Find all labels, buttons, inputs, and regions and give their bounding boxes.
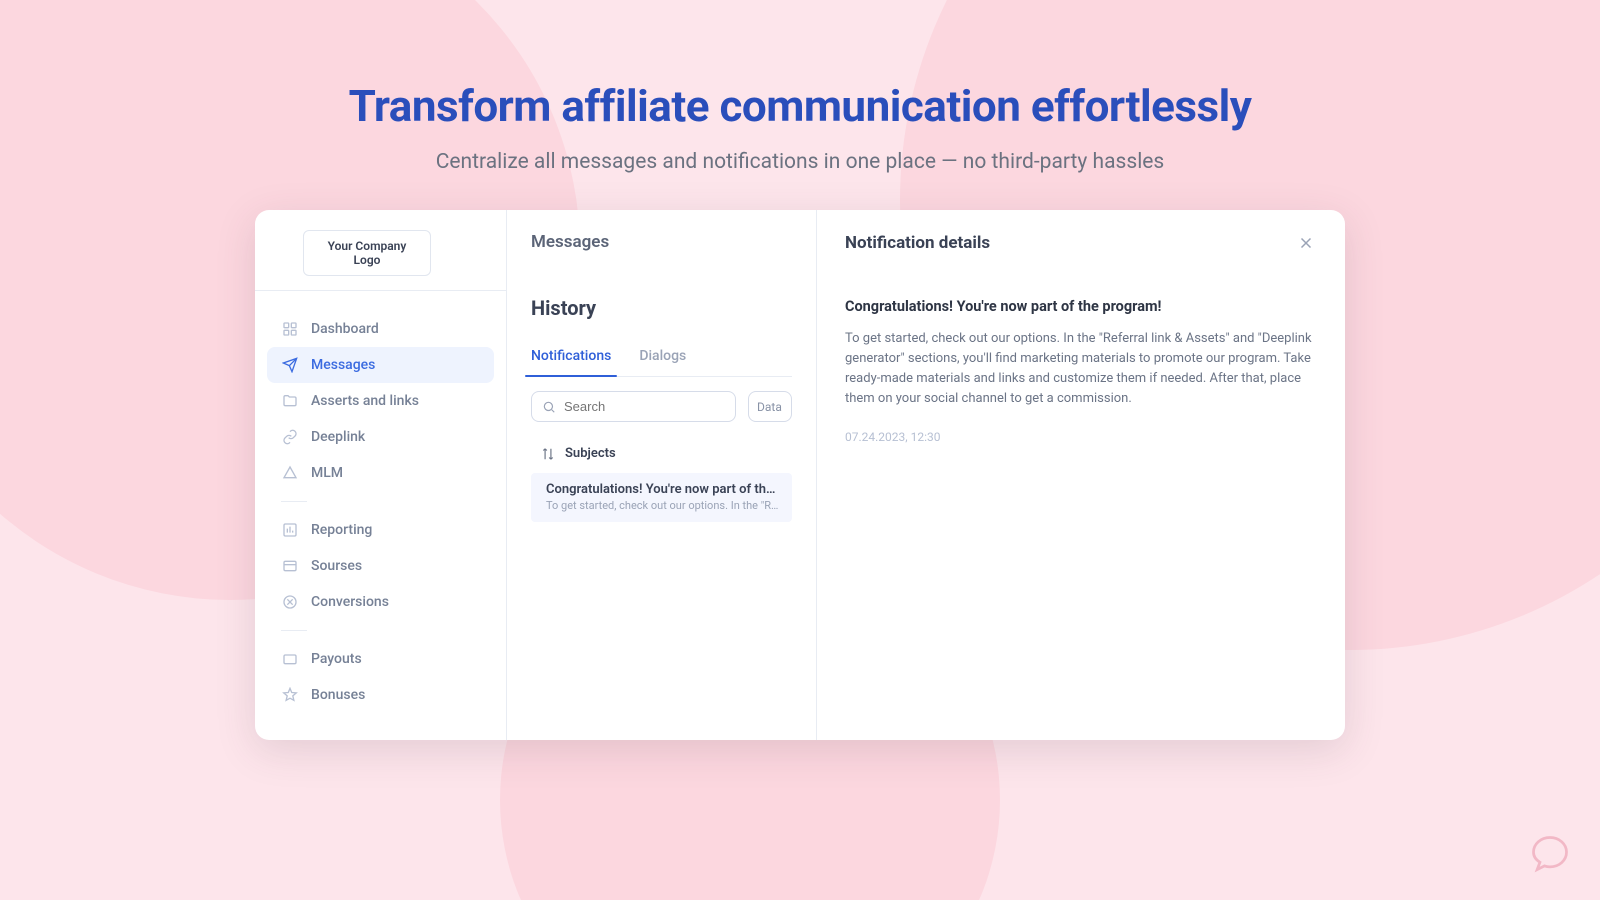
chart-icon: [281, 521, 299, 539]
notification-list-item[interactable]: Congratulations! You're now part of the …: [531, 473, 792, 522]
sidebar-item-sources[interactable]: Sourses: [267, 548, 494, 584]
detail-body: To get started, check out our options. I…: [845, 329, 1317, 410]
brand-mark-icon: [1528, 832, 1572, 876]
sidebar-item-label: Deeplink: [311, 429, 365, 445]
sidebar-item-bonuses[interactable]: Bonuses: [267, 677, 494, 713]
sort-icon: [541, 447, 555, 461]
sidebar-nav: Dashboard Messages Asserts and links Dee…: [255, 291, 506, 713]
wallet-icon: [281, 650, 299, 668]
divider: [281, 501, 307, 502]
company-logo: Your Company Logo: [303, 230, 431, 276]
folder-icon: [281, 392, 299, 410]
tab-notifications[interactable]: Notifications: [531, 348, 611, 376]
card-icon: [281, 557, 299, 575]
tab-dialogs[interactable]: Dialogs: [639, 348, 686, 376]
app-window: Your Company Logo Dashboard Messages Ass…: [255, 210, 1345, 740]
refresh-icon: [281, 593, 299, 611]
search-input-wrapper[interactable]: [531, 391, 736, 422]
search-input[interactable]: [564, 399, 725, 414]
subjects-label: Subjects: [565, 446, 616, 461]
close-button[interactable]: [1295, 232, 1317, 254]
data-filter-button[interactable]: Data: [748, 391, 792, 422]
sidebar-item-dashboard[interactable]: Dashboard: [267, 311, 494, 347]
sidebar-item-label: Reporting: [311, 522, 372, 538]
notification-detail-panel: Notification details Congratulations! Yo…: [817, 210, 1345, 740]
messages-column: Messages History Notifications Dialogs D…: [507, 210, 817, 740]
close-icon: [1297, 234, 1315, 252]
subjects-header[interactable]: Subjects: [531, 440, 792, 467]
link-icon: [281, 428, 299, 446]
history-tabs: Notifications Dialogs: [531, 348, 792, 377]
history-title: History: [531, 296, 792, 320]
sidebar-item-deeplink[interactable]: Deeplink: [267, 419, 494, 455]
star-icon: [281, 686, 299, 704]
sidebar-item-conversions[interactable]: Conversions: [267, 584, 494, 620]
grid-icon: [281, 320, 299, 338]
sidebar-item-label: Payouts: [311, 651, 362, 667]
triangle-icon: [281, 464, 299, 482]
hero-subtitle: Centralize all messages and notification…: [0, 150, 1600, 174]
hero-title: Transform affiliate communication effort…: [0, 80, 1600, 132]
sidebar-item-label: MLM: [311, 465, 343, 481]
sidebar-item-reporting[interactable]: Reporting: [267, 512, 494, 548]
divider: [281, 630, 307, 631]
list-item-excerpt: To get started, check out our options. I…: [546, 499, 780, 512]
list-item-title: Congratulations! You're now part of the …: [546, 482, 780, 497]
search-icon: [542, 400, 556, 414]
detail-panel-title: Notification details: [845, 233, 990, 253]
sidebar-item-label: Messages: [311, 357, 375, 373]
detail-title: Congratulations! You're now part of the …: [845, 298, 1317, 315]
send-icon: [281, 356, 299, 374]
sidebar-item-label: Dashboard: [311, 321, 379, 337]
sidebar-item-assets[interactable]: Asserts and links: [267, 383, 494, 419]
sidebar-item-label: Sourses: [311, 558, 362, 574]
sidebar: Your Company Logo Dashboard Messages Ass…: [255, 210, 507, 740]
sidebar-item-payouts[interactable]: Payouts: [267, 641, 494, 677]
detail-timestamp: 07.24.2023, 12:30: [845, 430, 1317, 444]
messages-title: Messages: [507, 210, 816, 296]
sidebar-item-mlm[interactable]: MLM: [267, 455, 494, 491]
sidebar-item-label: Conversions: [311, 594, 389, 610]
sidebar-item-label: Asserts and links: [311, 393, 419, 409]
sidebar-item-messages[interactable]: Messages: [267, 347, 494, 383]
sidebar-item-label: Bonuses: [311, 687, 365, 703]
